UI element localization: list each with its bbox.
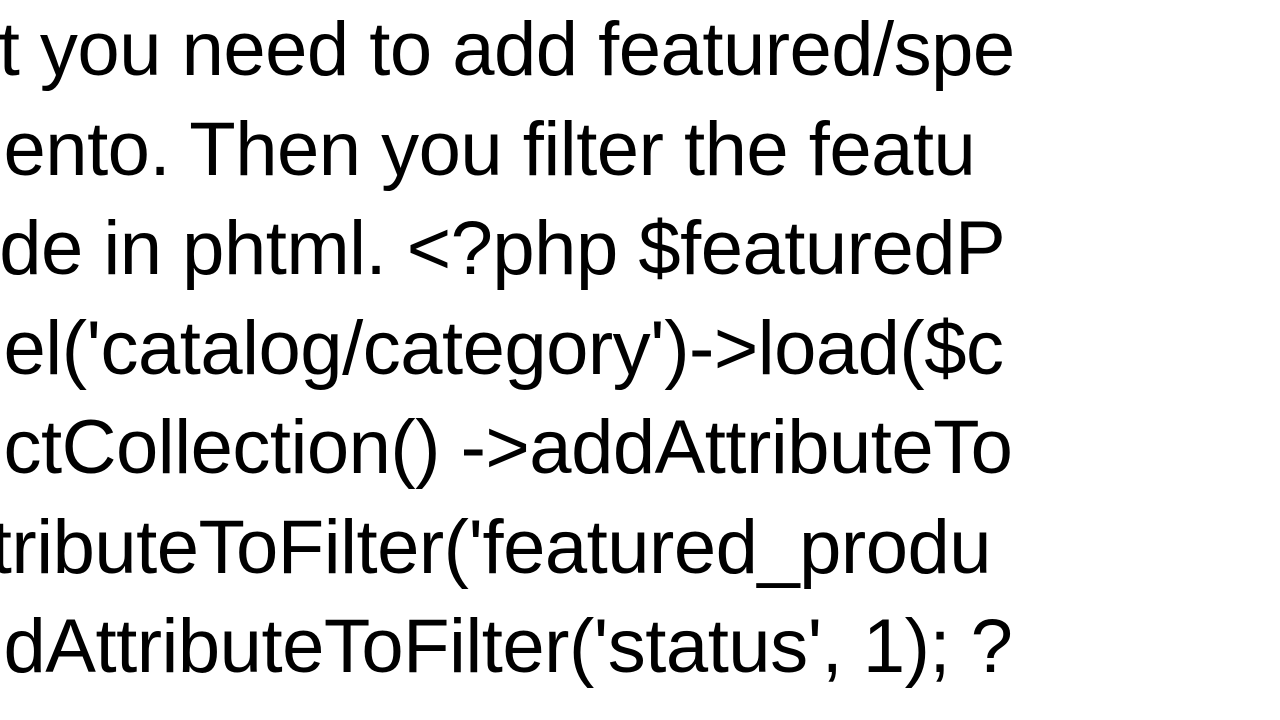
text-line-1: irst you need to add featured/spe xyxy=(0,0,1015,100)
text-line-6: AttributeToFilter('featured_produ xyxy=(0,498,1015,598)
text-line-3: code in phtml. <?php $featuredP xyxy=(0,199,1015,299)
text-line-2: agento. Then you filter the featu xyxy=(0,100,1015,200)
document-text-fragment: irst you need to add featured/spe agento… xyxy=(0,0,1015,697)
text-line-7: addAttributeToFilter('status', 1); ? xyxy=(0,597,1015,697)
text-line-5: ductCollection() ->addAttributeTo xyxy=(0,398,1015,498)
text-line-4: odel('catalog/category')->load($c xyxy=(0,299,1015,399)
